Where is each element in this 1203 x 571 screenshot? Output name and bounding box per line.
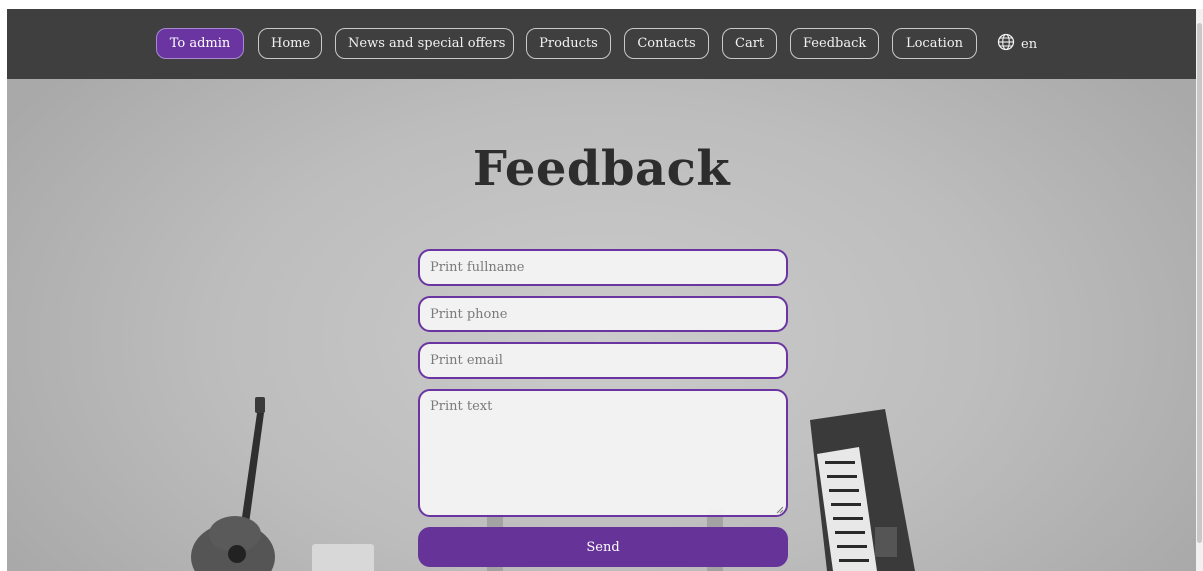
language-label: en xyxy=(1021,36,1038,52)
globe-icon xyxy=(997,33,1015,55)
nav-feedback-button[interactable]: Feedback xyxy=(790,28,879,59)
keyboard-image xyxy=(810,409,915,571)
fullname-input[interactable] xyxy=(418,249,788,286)
message-textarea[interactable] xyxy=(418,389,788,517)
scrollbar-thumb[interactable] xyxy=(1197,23,1202,543)
top-navbar: To admin Home News and special offers Pr… xyxy=(7,9,1196,79)
nav-home-button[interactable]: Home xyxy=(258,28,322,59)
phone-input[interactable] xyxy=(418,296,788,332)
nav-news-button[interactable]: News and special offers xyxy=(335,28,514,59)
vertical-scrollbar[interactable] xyxy=(1196,9,1203,571)
nav-location-button[interactable]: Location xyxy=(892,28,977,59)
resize-handle-icon[interactable] xyxy=(776,506,784,514)
language-selector[interactable]: en xyxy=(997,33,1038,55)
nav-to-admin-button[interactable]: To admin xyxy=(156,28,244,59)
send-button[interactable]: Send xyxy=(418,527,788,567)
nav-contacts-button[interactable]: Contacts xyxy=(624,28,709,59)
nav-products-button[interactable]: Products xyxy=(526,28,611,59)
page-viewport: To admin Home News and special offers Pr… xyxy=(7,9,1196,571)
email-input[interactable] xyxy=(418,342,788,379)
guitar-image xyxy=(191,397,275,571)
page-title: Feedback xyxy=(472,141,731,197)
nav-cart-button[interactable]: Cart xyxy=(722,28,777,59)
amp-image xyxy=(312,544,374,571)
